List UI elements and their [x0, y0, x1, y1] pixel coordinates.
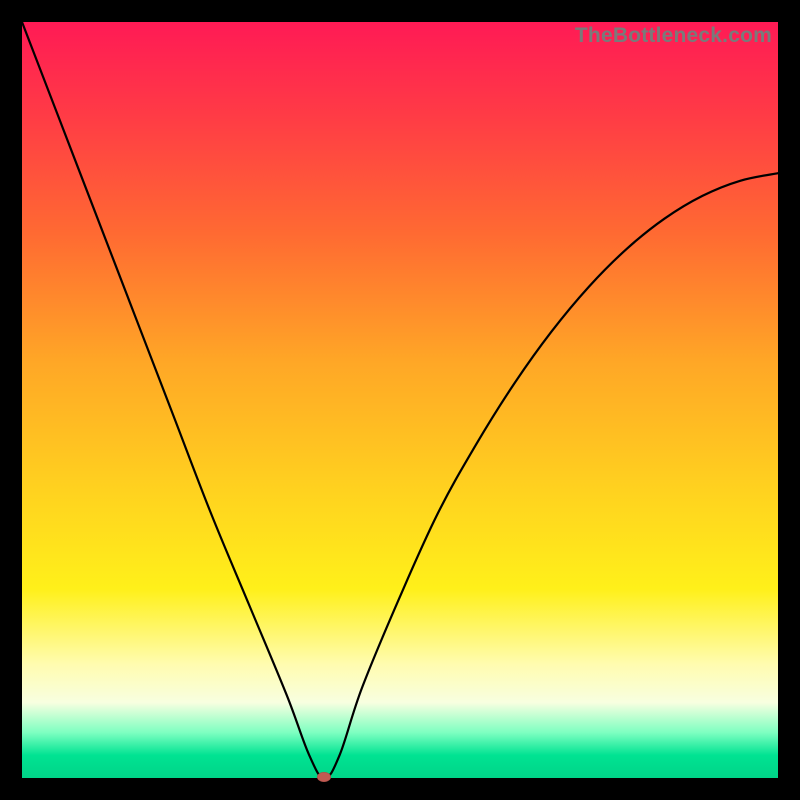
curve-path: [22, 22, 778, 778]
plot-area: TheBottleneck.com: [22, 22, 778, 778]
bottleneck-curve: [22, 22, 778, 778]
minimum-marker: [317, 772, 331, 782]
chart-frame: TheBottleneck.com: [0, 0, 800, 800]
